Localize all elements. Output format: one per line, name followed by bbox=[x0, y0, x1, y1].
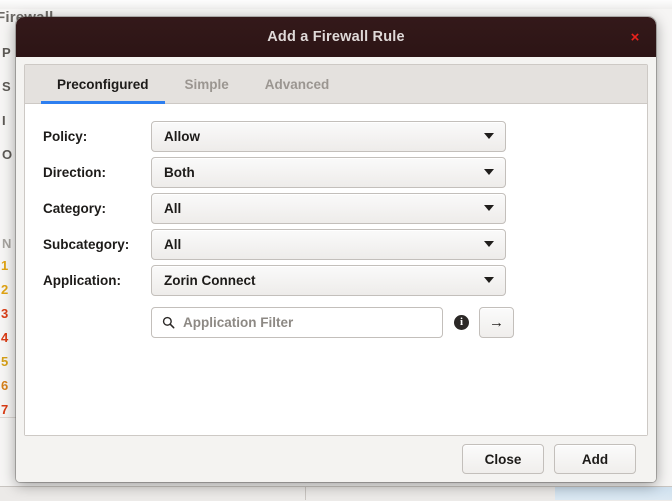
chevron-down-icon bbox=[484, 241, 494, 247]
subcategory-label: Subcategory: bbox=[43, 237, 151, 252]
close-button[interactable]: Close bbox=[462, 444, 544, 474]
direction-label: Direction: bbox=[43, 165, 151, 180]
form-row-subcategory: Subcategory: All bbox=[25, 226, 647, 262]
form-row-policy: Policy: Allow bbox=[25, 118, 647, 154]
background-list-column-header: N bbox=[2, 236, 11, 251]
subcategory-dropdown[interactable]: All bbox=[151, 229, 506, 260]
tab-strip: Preconfigured Simple Advanced bbox=[25, 65, 647, 104]
tab-container: Preconfigured Simple Advanced Policy: Al… bbox=[24, 64, 648, 436]
chevron-down-icon bbox=[484, 133, 494, 139]
tab-advanced[interactable]: Advanced bbox=[247, 65, 348, 103]
chevron-down-icon bbox=[484, 169, 494, 175]
tab-panel-preconfigured: Policy: Allow Direction: Both Category: bbox=[25, 104, 647, 435]
application-dropdown[interactable]: Zorin Connect bbox=[151, 265, 506, 296]
dialog-title: Add a Firewall Rule bbox=[267, 29, 405, 45]
dialog-action-bar: Close Add bbox=[24, 436, 648, 482]
category-value: All bbox=[152, 201, 181, 216]
background-window-titlebar bbox=[0, 0, 672, 9]
application-value: Zorin Connect bbox=[152, 273, 256, 288]
dialog-titlebar: Add a Firewall Rule × bbox=[16, 17, 656, 57]
background-panel-divider bbox=[305, 487, 306, 500]
form-row-direction: Direction: Both bbox=[25, 154, 647, 190]
category-dropdown[interactable]: All bbox=[151, 193, 506, 224]
application-filter-row: i → bbox=[25, 302, 647, 342]
background-selection-strip bbox=[555, 487, 672, 500]
add-button[interactable]: Add bbox=[554, 444, 636, 474]
policy-dropdown[interactable]: Allow bbox=[151, 121, 506, 152]
direction-value: Both bbox=[152, 165, 195, 180]
apply-filter-button[interactable]: → bbox=[479, 307, 514, 338]
application-label: Application: bbox=[43, 273, 151, 288]
policy-value: Allow bbox=[152, 129, 200, 144]
direction-dropdown[interactable]: Both bbox=[151, 157, 506, 188]
add-firewall-rule-dialog: Add a Firewall Rule × Preconfigured Simp… bbox=[16, 17, 656, 482]
policy-label: Policy: bbox=[43, 129, 151, 144]
info-icon[interactable]: i bbox=[454, 315, 469, 330]
application-filter-input[interactable] bbox=[175, 314, 415, 331]
close-icon[interactable]: × bbox=[624, 26, 646, 48]
tab-preconfigured[interactable]: Preconfigured bbox=[39, 65, 167, 103]
category-label: Category: bbox=[43, 201, 151, 216]
chevron-down-icon bbox=[484, 205, 494, 211]
form-row-application: Application: Zorin Connect bbox=[25, 262, 647, 298]
subcategory-value: All bbox=[152, 237, 181, 252]
application-filter-field[interactable] bbox=[151, 307, 443, 338]
dialog-body: Preconfigured Simple Advanced Policy: Al… bbox=[16, 57, 656, 482]
search-icon bbox=[162, 316, 175, 329]
tab-simple[interactable]: Simple bbox=[167, 65, 247, 103]
form-row-category: Category: All bbox=[25, 190, 647, 226]
chevron-down-icon bbox=[484, 277, 494, 283]
